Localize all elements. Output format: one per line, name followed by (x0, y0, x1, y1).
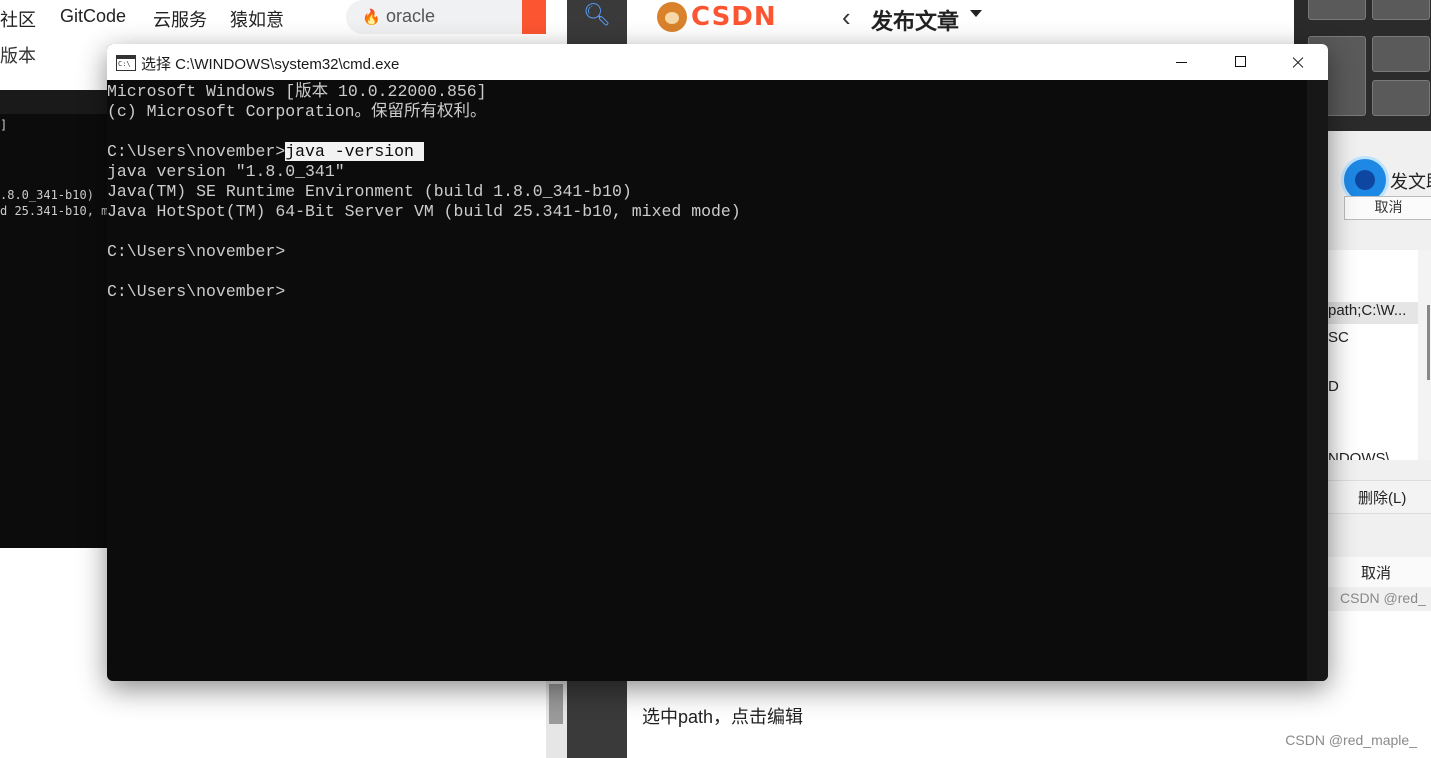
maximize-button[interactable] (1210, 44, 1268, 80)
publish-assistant-label[interactable]: 发文助手 (1390, 168, 1431, 194)
console-line: Java HotSpot(TM) 64-Bit Server VM (build… (107, 202, 741, 221)
nav-item-cloud[interactable]: 云服务 (153, 6, 207, 32)
background-cmd-titlebar (0, 90, 107, 114)
cmd-app-icon[interactable] (116, 55, 136, 71)
csdn-logo-text: CSDN (691, 2, 777, 32)
console-line: C:\Users\november> (107, 242, 286, 261)
chevron-down-icon[interactable] (970, 10, 982, 17)
delete-button[interactable]: 删除(L) (1328, 480, 1431, 514)
hot-flame-icon: 🔥 (362, 9, 381, 26)
list-item[interactable]: path;C:\W... (1328, 302, 1418, 324)
background-cmd-line: .8.0_341-b10) (0, 188, 94, 202)
search-value: oracle (386, 6, 436, 26)
csdn-logo[interactable]: CSDN (657, 2, 777, 32)
console-line: C:\Users\november>java -version (107, 142, 1307, 162)
list-item[interactable]: D (1328, 378, 1339, 395)
csdn-mascot-icon (657, 2, 687, 32)
console-line: C:\Users\november> (107, 282, 286, 301)
console-line: Java(TM) SE Runtime Environment (build 1… (107, 182, 632, 201)
list-item[interactable]: NDOWS\ (1328, 450, 1390, 460)
search-button[interactable] (522, 0, 546, 34)
scrollbar-thumb[interactable] (1427, 305, 1430, 380)
delete-button-label: 删除(L) (1358, 490, 1407, 507)
list-item[interactable]: SC (1328, 329, 1349, 346)
cancel-button[interactable]: 取消 (1328, 557, 1431, 587)
article-caption: 选中path，点击编辑 (642, 707, 804, 727)
search-icon[interactable]: 🔍︎ (567, 0, 627, 34)
nav-item-yuanruyi[interactable]: 猿如意 (230, 6, 284, 32)
console-line: Microsoft Windows [版本 10.0.22000.856] (107, 82, 487, 101)
list-scrollbar[interactable] (1418, 250, 1431, 460)
background-cmd-line: d 25.341-b10, m (0, 204, 107, 218)
close-button[interactable] (1268, 44, 1326, 80)
page-scrollbar[interactable] (546, 680, 567, 758)
dialog-cancel-button-top[interactable]: 取消 (1344, 196, 1431, 220)
scrollbar-thumb[interactable] (549, 684, 563, 724)
console-line: java version "1.8.0_341" (107, 162, 345, 181)
left-text-fragment: 版本 (0, 46, 36, 66)
snap-zone[interactable] (1372, 80, 1430, 116)
console-output[interactable]: Microsoft Windows [版本 10.0.22000.856] (c)… (107, 80, 1307, 681)
cmd-window-title: 选择 C:\WINDOWS\system32\cmd.exe (141, 56, 400, 73)
nav-item-gitcode[interactable]: GitCode (60, 6, 126, 27)
selected-command-text[interactable]: java -version (285, 142, 424, 161)
back-chevron-icon[interactable]: ‹ (842, 2, 851, 33)
nav-item-community[interactable]: 社区 (0, 6, 36, 32)
cmd-titlebar[interactable]: 选择 C:\WINDOWS\system32\cmd.exe (107, 44, 1328, 80)
background-cmd-line: ] (0, 118, 8, 132)
watermark: CSDN @red_maple_ (1285, 732, 1417, 748)
console-scrollbar[interactable] (1307, 80, 1328, 681)
background-cmd-window: ] .8.0_341-b10) d 25.341-b10, m (0, 90, 107, 548)
cancel-button-label: 取消 (1361, 565, 1392, 582)
search-input[interactable]: 🔥 oracle (346, 0, 546, 34)
snap-zone[interactable] (1372, 0, 1430, 20)
env-variable-list: path;C:\W... SC D NDOWS\ (1328, 250, 1418, 460)
page-title[interactable]: 发布文章 (871, 4, 959, 36)
dialog-watermark: CSDN @red_ (1340, 590, 1426, 606)
snap-zone[interactable] (1308, 0, 1366, 20)
cmd-window[interactable]: 选择 C:\WINDOWS\system32\cmd.exe Microsoft… (107, 44, 1328, 681)
console-line: (c) Microsoft Corporation。保留所有权利。 (107, 102, 487, 121)
minimize-button[interactable] (1152, 44, 1210, 80)
snap-zone[interactable] (1372, 36, 1430, 72)
console-prompt: C:\Users\november> (107, 142, 286, 161)
